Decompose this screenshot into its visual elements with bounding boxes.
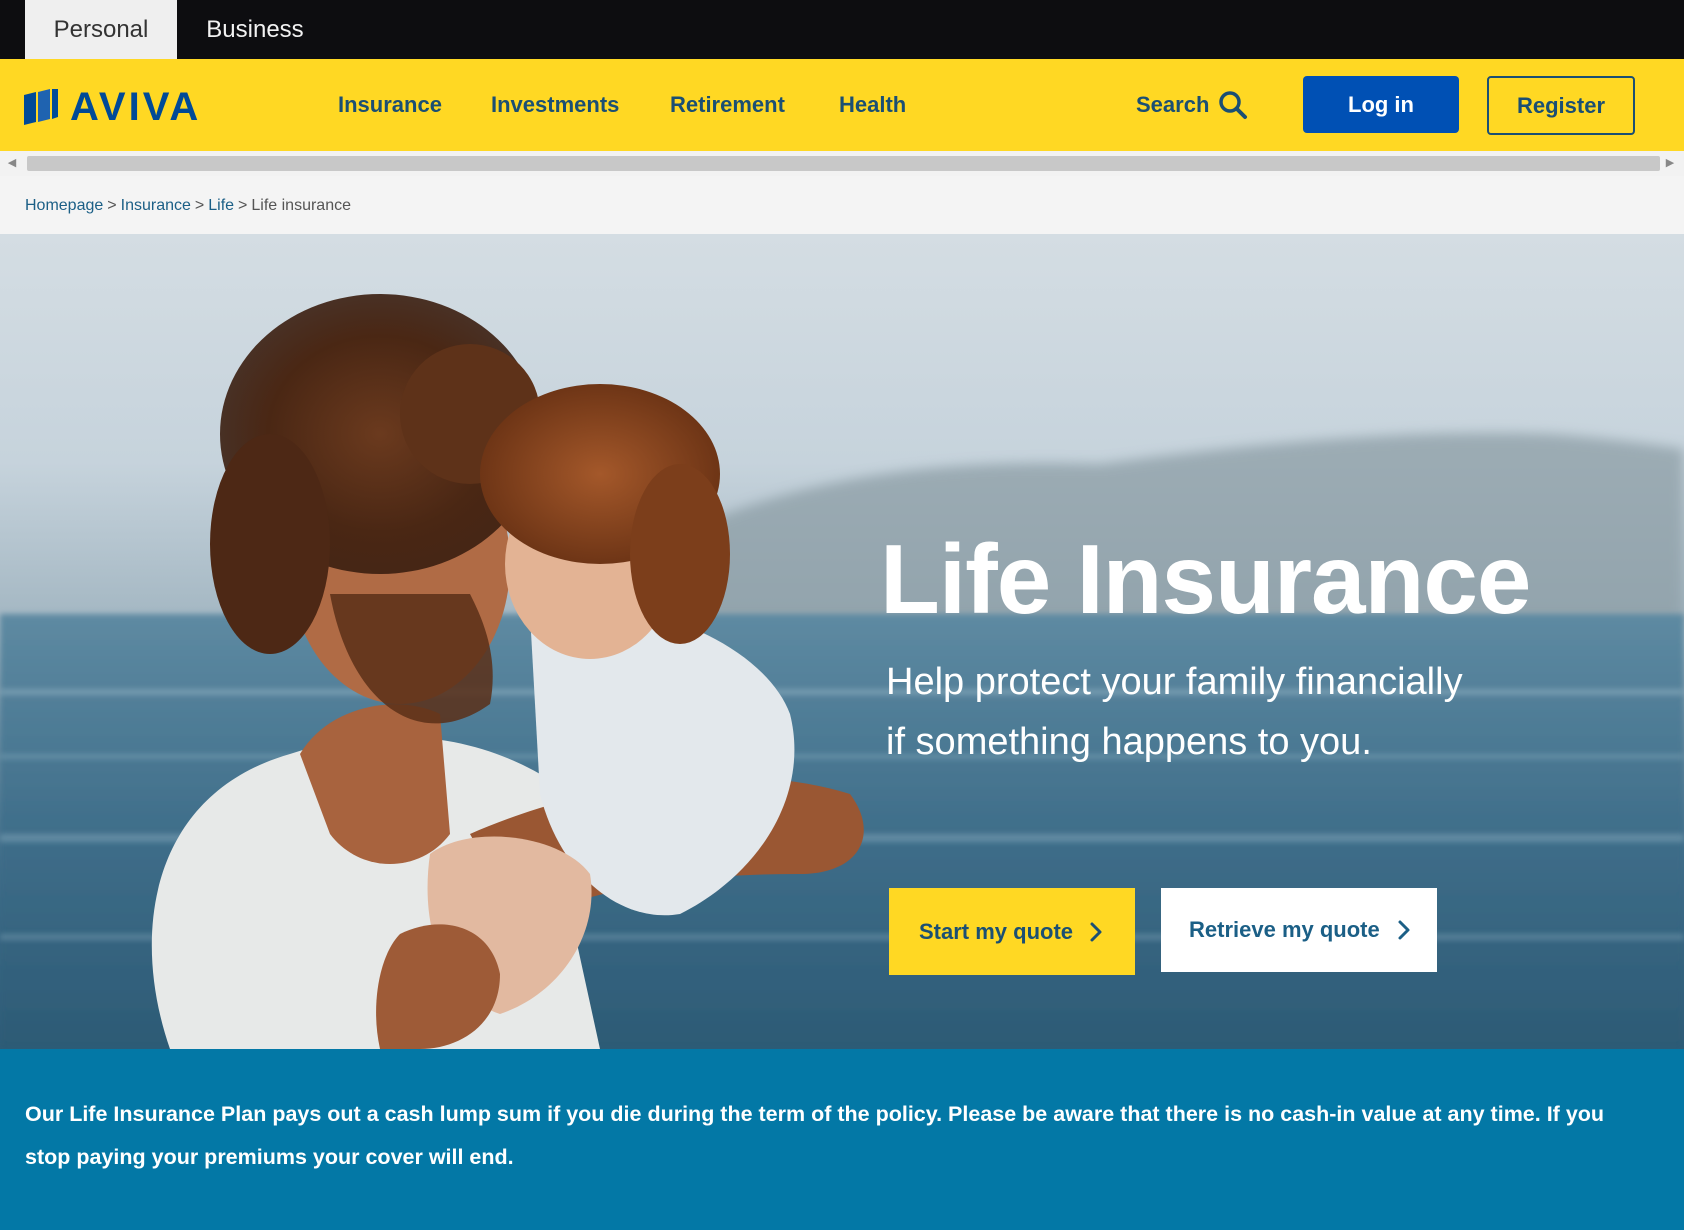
breadcrumb-homepage[interactable]: Homepage (25, 197, 103, 214)
main-header: AVIVA Insurance Investments Retirement H… (0, 59, 1684, 151)
scroll-right-arrow-icon[interactable]: ▶ (1664, 156, 1676, 170)
start-quote-button[interactable]: Start my quote (889, 888, 1135, 975)
search-icon (1219, 91, 1247, 119)
nav-investments[interactable]: Investments (491, 93, 619, 117)
breadcrumb-insurance[interactable]: Insurance (121, 197, 191, 214)
nav-insurance[interactable]: Insurance (338, 93, 442, 117)
retrieve-quote-label: Retrieve my quote (1189, 917, 1380, 942)
scrollbar-thumb[interactable] (27, 156, 1660, 171)
horizontal-scrollbar[interactable]: ◀ ▶ (0, 151, 1684, 176)
hero-title: Life Insurance (880, 524, 1531, 634)
register-button[interactable]: Register (1487, 76, 1635, 135)
nav-retirement[interactable]: Retirement (670, 93, 785, 117)
hero-banner: Life Insurance Help protect your family … (0, 234, 1684, 1049)
breadcrumb-separator: > (194, 197, 205, 214)
retrieve-quote-button[interactable]: Retrieve my quote (1161, 888, 1437, 972)
breadcrumb: Homepage > Insurance > Life > Life insurance (25, 196, 351, 216)
search-label: Search (1136, 92, 1210, 117)
breadcrumb-life[interactable]: Life (208, 197, 234, 214)
start-quote-label: Start my quote (919, 919, 1074, 944)
info-strip: Our Life Insurance Plan pays out a cash … (0, 1049, 1684, 1230)
breadcrumb-bar: Homepage > Insurance > Life > Life insurance (0, 176, 1684, 234)
audience-bar: Personal Business (0, 0, 1684, 59)
hero-subtitle: Help protect your family financially if … (886, 661, 1463, 763)
search-button[interactable]: Search (1136, 91, 1247, 120)
scroll-left-arrow-icon[interactable]: ◀ (6, 156, 18, 170)
tab-business[interactable]: Business (184, 0, 326, 59)
breadcrumb-separator: > (238, 197, 248, 214)
chevron-right-icon (1090, 922, 1102, 942)
login-button[interactable]: Log in (1303, 76, 1459, 133)
chevron-right-icon (1398, 920, 1410, 940)
info-text: Our Life Insurance Plan pays out a cash … (25, 1102, 1605, 1169)
tab-personal[interactable]: Personal (25, 0, 177, 59)
breadcrumb-current: Life insurance (251, 197, 351, 214)
breadcrumb-separator: > (107, 197, 117, 214)
logo-text: AVIVA (70, 85, 202, 129)
aviva-logo-mark-icon (24, 89, 58, 125)
nav-health[interactable]: Health (839, 93, 906, 117)
